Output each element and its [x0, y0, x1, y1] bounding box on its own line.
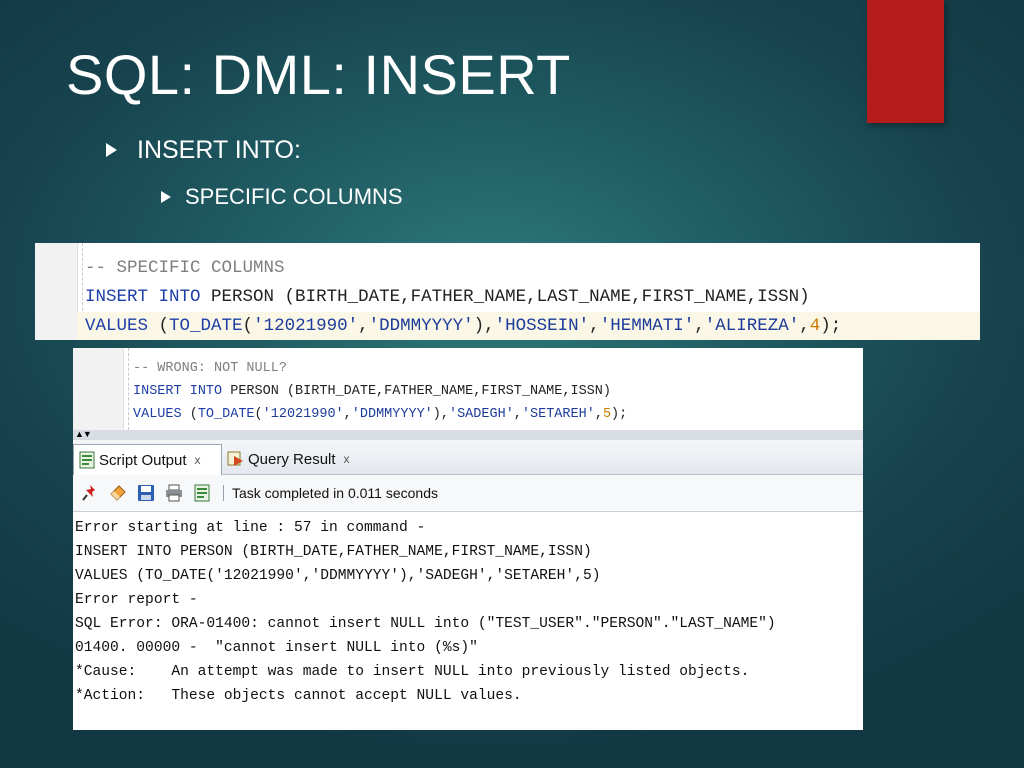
pin-icon[interactable] — [79, 482, 101, 504]
tab-script-output[interactable]: Script Output x — [73, 444, 222, 475]
output-line: INSERT INTO PERSON (BIRTH_DATE,FATHER_NA… — [75, 544, 592, 560]
print-icon[interactable] — [163, 482, 185, 504]
code-line-comment: -- SPECIFIC COLUMNS — [85, 258, 285, 278]
output-line: SQL Error: ORA-01400: cannot insert NULL… — [75, 616, 776, 632]
output-line: Error report - — [75, 592, 198, 608]
output-line: *Cause: An attempt was made to insert NU… — [75, 664, 750, 680]
code-line-values: VALUES (TO_DATE('12021990','DDMMYYYY'),'… — [85, 316, 842, 336]
accent-rectangle — [867, 0, 944, 123]
code-lines: -- SPECIFIC COLUMNS INSERT INTO PERSON (… — [85, 254, 841, 340]
bullet-label: SPECIFIC COLUMNS — [185, 184, 403, 209]
query-result-icon — [227, 451, 243, 466]
code-editor-wrong-not-null[interactable]: -- WRONG: NOT NULL? INSERT INTO PERSON (… — [73, 348, 863, 430]
eraser-icon[interactable] — [107, 482, 129, 504]
editor-gutter — [35, 243, 78, 340]
code-editor-specific-columns[interactable]: -- SPECIFIC COLUMNS INSERT INTO PERSON (… — [35, 243, 980, 340]
slide-title: SQL: DML: INSERT — [66, 43, 571, 106]
output-tab-bar: Script Output x Query Result x — [73, 440, 863, 475]
close-icon[interactable]: x — [195, 453, 201, 467]
code-line-values: VALUES (TO_DATE('12021990','DDMMYYYY'),'… — [133, 407, 628, 422]
bullet-triangle-icon — [161, 191, 171, 203]
panel-splitter[interactable]: ▲▼ — [73, 429, 863, 440]
output-line: VALUES (TO_DATE('12021990','DDMMYYYY'),'… — [75, 568, 601, 584]
task-status-text: Task completed in 0.011 seconds — [232, 485, 438, 501]
bullet-specific-columns: SPECIFIC COLUMNS — [161, 182, 403, 212]
code-line-comment: -- WRONG: NOT NULL? — [133, 361, 287, 376]
close-icon[interactable]: x — [344, 452, 350, 466]
tab-label: Script Output — [99, 451, 187, 469]
code-line-insert: INSERT INTO PERSON (BIRTH_DATE,FATHER_NA… — [133, 384, 611, 399]
save-icon[interactable] — [135, 482, 157, 504]
output-line: Error starting at line : 57 in command - — [75, 520, 426, 536]
output-line: *Action: These objects cannot accept NUL… — [75, 688, 522, 704]
code-line-insert: INSERT INTO PERSON (BIRTH_DATE,FATHER_NA… — [85, 287, 810, 307]
script-output-panel[interactable]: Error starting at line : 57 in command -… — [73, 512, 863, 730]
bullet-triangle-icon — [106, 143, 117, 157]
output-line: 01400. 00000 - "cannot insert NULL into … — [75, 640, 478, 656]
splitter-arrows-icon[interactable]: ▲▼ — [75, 429, 92, 439]
editor-gutter — [73, 348, 124, 430]
bullet-insert-into: INSERT INTO: — [106, 134, 301, 166]
code-lines: -- WRONG: NOT NULL? INSERT INTO PERSON (… — [133, 357, 627, 426]
fold-line — [128, 348, 130, 430]
tab-label: Query Result — [248, 450, 336, 468]
bullet-label: INSERT INTO: — [137, 135, 301, 164]
output-toolbar: Task completed in 0.011 seconds — [73, 475, 863, 512]
output-text: Error starting at line : 57 in command -… — [75, 516, 776, 708]
toolbar-separator — [223, 485, 224, 501]
script-icon[interactable] — [191, 482, 213, 504]
script-output-icon — [79, 451, 95, 469]
tab-query-result[interactable]: Query Result x — [223, 444, 363, 474]
